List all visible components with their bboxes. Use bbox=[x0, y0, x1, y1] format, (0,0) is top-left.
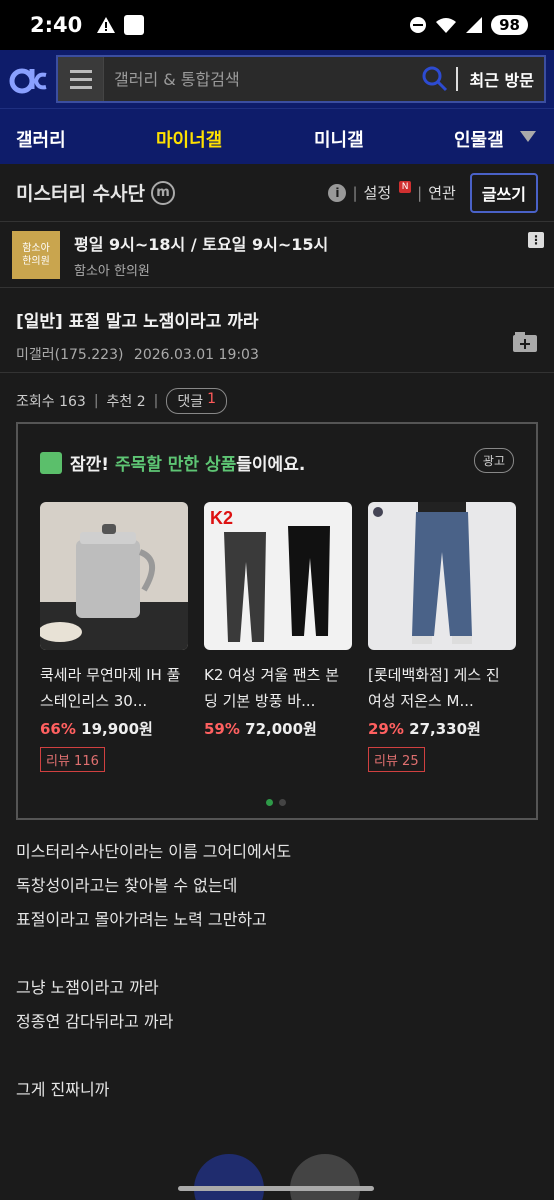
body-line: 그게 진짜니까 bbox=[16, 1080, 110, 1099]
body-line: 정종연 감다뒤라고 까라 bbox=[16, 1012, 174, 1031]
product-price: 27,330원 bbox=[409, 720, 481, 738]
post-author[interactable]: 미갤러(175.223) bbox=[16, 347, 123, 363]
related-link[interactable]: 연관 bbox=[428, 182, 456, 203]
write-button[interactable]: 글쓰기 bbox=[469, 172, 538, 213]
app-header: 최근 방문 bbox=[0, 50, 554, 108]
product-discount: 59% bbox=[204, 720, 240, 738]
battery-level: 98 bbox=[499, 16, 520, 34]
dnd-icon bbox=[410, 17, 427, 33]
product-discount: 66% bbox=[40, 720, 76, 738]
body-line bbox=[16, 940, 291, 974]
search-icon[interactable] bbox=[420, 64, 450, 94]
product-card[interactable]: K2 K2 여성 겨울 팬츠 본딩 기본 방풍 바... 59% 72,000원 bbox=[204, 502, 352, 739]
product-image: K2 bbox=[204, 502, 352, 650]
dc-logo[interactable] bbox=[8, 59, 48, 99]
more-icon[interactable]: ⋮ bbox=[528, 232, 544, 248]
nav-tabs: 갤러리 마이너갤 미니갤 인물갤 bbox=[0, 108, 554, 164]
comment-count: 1 bbox=[207, 391, 217, 407]
warning-icon bbox=[97, 17, 116, 33]
post-header: [일반] 표절 말고 노잼이라고 까라 미갤러(175.223) 2026.03… bbox=[0, 289, 554, 373]
not-recommend-button[interactable] bbox=[290, 1154, 360, 1200]
body-line: 독창성이라고는 찾아볼 수 없는데 bbox=[16, 876, 238, 895]
product-price: 19,900원 bbox=[81, 720, 153, 738]
ad-subtitle: 함소아 한의원 bbox=[74, 263, 150, 279]
minor-gallery-badge: m bbox=[150, 180, 175, 205]
body-line: 미스터리수사단이라는 이름 그어디에서도 bbox=[16, 842, 292, 861]
post-meta: 미갤러(175.223) 2026.03.01 19:03 bbox=[16, 344, 538, 364]
search-input[interactable] bbox=[104, 57, 414, 101]
post-body: 미스터리수사단이라는 이름 그어디에서도 독창성이라고는 찾아볼 수 없는데 표… bbox=[16, 838, 291, 1110]
body-line: 그냥 노잼이라고 까라 bbox=[16, 978, 159, 997]
post-stats: 조회수 163 | 추천 2 | 댓글 1 bbox=[16, 388, 228, 414]
status-bar: 2:40 98 bbox=[0, 0, 554, 50]
product-card[interactable]: 쿡세라 무연마제 IH 풀스테인리스 30... 66% 19,900원 리뷰 … bbox=[40, 502, 188, 772]
recommend-count: 추천 2 bbox=[106, 394, 146, 410]
status-time: 2:40 bbox=[30, 13, 83, 37]
chevron-down-icon[interactable] bbox=[520, 131, 536, 142]
gallery-title[interactable]: 미스터리 수사단 bbox=[16, 179, 145, 206]
gallery-bar: 미스터리 수사단 m i | 설정 N | 연관 글쓰기 bbox=[0, 164, 554, 222]
product-image bbox=[40, 502, 188, 650]
ad-banner[interactable]: 함소아 한의원 평일 9시~18시 / 토요일 9시~15시 함소아 한의원 ⋮ bbox=[0, 222, 554, 288]
post-date: 2026.03.01 19:03 bbox=[133, 347, 259, 363]
product-reviews: 리뷰 25 bbox=[368, 747, 425, 772]
app-icon bbox=[124, 15, 145, 35]
product-name: 쿡세라 무연마제 IH 풀스테인리스 30... bbox=[40, 666, 181, 710]
svg-text:K2: K2 bbox=[210, 508, 233, 528]
product-image bbox=[368, 502, 516, 650]
ad-logo: 함소아 한의원 bbox=[12, 230, 60, 279]
recent-visit-button[interactable]: 최근 방문 bbox=[455, 67, 544, 91]
product-discount: 29% bbox=[368, 720, 404, 738]
ad-tag[interactable]: 광고 bbox=[473, 448, 514, 473]
carousel-dots[interactable] bbox=[266, 799, 286, 806]
post-title: [일반] 표절 말고 노잼이라고 까라 bbox=[16, 312, 259, 332]
new-badge: N bbox=[399, 180, 412, 193]
body-line bbox=[16, 1042, 291, 1076]
product-card[interactable]: [롯데백화점] 게스 진 여성 저온스 M... 29% 27,330원 리뷰 … bbox=[368, 502, 516, 772]
body-line: 표절이라고 몰아가려는 노력 그만하고 bbox=[16, 910, 267, 929]
carousel-dot-active[interactable] bbox=[266, 799, 273, 806]
tab-mini-gallery[interactable]: 미니갤 bbox=[314, 126, 364, 152]
search-box: 최근 방문 bbox=[56, 55, 546, 103]
vote-area bbox=[0, 1150, 554, 1200]
recommend-button[interactable] bbox=[194, 1154, 264, 1200]
product-reviews: 리뷰 116 bbox=[40, 747, 105, 772]
product-name: [롯데백화점] 게스 진 여성 저온스 M... bbox=[368, 666, 500, 710]
shopping-heading: 잠깐! 주목할 만한 상품들이에요. bbox=[40, 450, 305, 475]
carousel-dot[interactable] bbox=[279, 799, 286, 806]
comment-label: 댓글 bbox=[177, 394, 204, 410]
product-name: K2 여성 겨울 팬츠 본딩 기본 방풍 바... bbox=[204, 666, 340, 710]
ad-title: 평일 9시~18시 / 토요일 9시~15시 bbox=[74, 234, 329, 254]
tab-minor-gallery[interactable]: 마이너갤 bbox=[156, 126, 222, 152]
comment-button[interactable]: 댓글 1 bbox=[166, 388, 228, 414]
battery-indicator: 98 bbox=[491, 15, 528, 35]
shopping-ad-box: 잠깐! 주목할 만한 상품들이에요. 광고 쿡세라 무연마제 IH 풀스테인리스… bbox=[16, 422, 538, 820]
tab-gallery[interactable]: 갤러리 bbox=[16, 126, 66, 152]
settings-link[interactable]: 설정 bbox=[364, 182, 392, 203]
comment-add-icon[interactable] bbox=[512, 331, 538, 353]
tab-person-gallery[interactable]: 인물갤 bbox=[454, 126, 504, 152]
product-price: 72,000원 bbox=[245, 720, 317, 738]
check-icon bbox=[40, 451, 62, 474]
menu-button[interactable] bbox=[58, 57, 104, 101]
wifi-icon bbox=[436, 18, 457, 33]
view-count: 조회수 163 bbox=[16, 394, 86, 410]
home-indicator[interactable] bbox=[178, 1186, 374, 1191]
signal-icon bbox=[466, 17, 483, 33]
info-icon[interactable]: i bbox=[328, 183, 347, 202]
